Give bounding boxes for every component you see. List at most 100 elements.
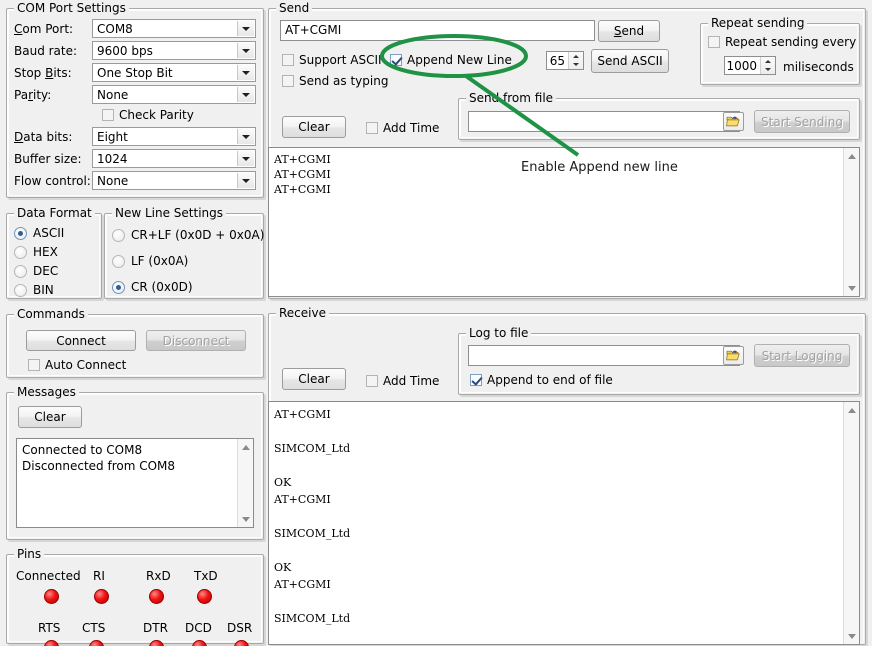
auto-connect-checkbox[interactable]: Auto Connect	[28, 358, 126, 372]
messages-clear-button[interactable]: Clear	[18, 406, 82, 428]
send-log-scrollbar[interactable]	[843, 148, 859, 296]
spinner-up-icon[interactable]	[569, 52, 583, 61]
support-ascii-checkbox[interactable]: Support ASCII	[282, 53, 382, 67]
flow-control-value: None	[97, 174, 128, 188]
support-ascii-label: Support ASCII	[299, 53, 382, 67]
radio-dot	[112, 229, 125, 242]
send-file-path-input[interactable]	[468, 111, 740, 132]
radio-newline-crlf[interactable]: CR+LF (0x0D + 0x0A)	[112, 228, 264, 242]
scroll-up-icon[interactable]	[844, 148, 859, 164]
disconnect-button[interactable]: Disconnect	[146, 330, 246, 351]
spinner-down-icon[interactable]	[761, 66, 775, 75]
scroll-up-icon[interactable]	[844, 402, 859, 418]
open-folder-icon[interactable]	[723, 112, 744, 131]
pin-label-dcd: DCD	[185, 621, 212, 635]
repeat-sending-title: Repeat sending	[708, 17, 807, 30]
open-folder-icon[interactable]	[723, 346, 744, 365]
chevron-down-icon[interactable]	[237, 21, 254, 36]
connect-button[interactable]: Connect	[26, 330, 136, 351]
append-to-end-checkbox[interactable]: Append to end of file	[470, 373, 613, 387]
chevron-down-icon[interactable]	[237, 129, 254, 144]
send-as-typing-label: Send as typing	[299, 74, 388, 88]
parity-value: None	[97, 88, 128, 102]
messages-scrollbar[interactable]	[237, 439, 253, 527]
chevron-down-icon[interactable]	[237, 43, 254, 58]
send-ascii-button[interactable]: Send ASCII	[591, 49, 669, 73]
receive-log-text: AT+CGMI SIMCOM_Ltd OK AT+CGMI SIMCOM_Ltd…	[274, 406, 839, 645]
radio-label: ASCII	[33, 226, 64, 240]
radio-label: HEX	[33, 245, 58, 259]
stop-bits-label: Stop Bits:	[14, 66, 72, 80]
pin-label-rxd: RxD	[146, 569, 171, 583]
auto-connect-label: Auto Connect	[45, 358, 126, 372]
scroll-down-icon[interactable]	[844, 280, 859, 296]
new-line-settings-title: New Line Settings	[112, 207, 226, 220]
receive-title: Receive	[276, 307, 329, 320]
pin-label-txd: TxD	[194, 569, 218, 583]
send-button[interactable]: Send	[598, 20, 660, 42]
parity-select[interactable]: None	[92, 85, 256, 104]
chevron-down-icon[interactable]	[237, 87, 254, 102]
radio-newline-cr[interactable]: CR (0x0D)	[112, 280, 193, 294]
receive-add-time-checkbox[interactable]: Add Time	[366, 374, 439, 388]
scroll-up-icon[interactable]	[238, 439, 253, 455]
data-bits-label: Data bits:	[14, 130, 72, 144]
chevron-down-icon[interactable]	[237, 173, 254, 188]
repeat-interval-value: 1000	[725, 57, 760, 74]
spinner-buttons[interactable]	[568, 52, 583, 69]
baud-rate-value: 9600 bps	[97, 44, 153, 58]
radio-label: LF (0x0A)	[131, 254, 188, 268]
open-folder-glyph	[726, 349, 741, 362]
repeat-sending-label: Repeat sending every	[725, 35, 856, 49]
chevron-down-icon[interactable]	[237, 151, 254, 166]
spinner-buttons[interactable]	[760, 57, 775, 74]
repeat-interval-spinner[interactable]: 1000	[724, 56, 776, 75]
repeat-sending-checkbox[interactable]: Repeat sending every	[708, 35, 856, 49]
radio-dot	[14, 284, 27, 297]
start-sending-button[interactable]: Start Sending	[754, 110, 850, 133]
radio-newline-lf[interactable]: LF (0x0A)	[112, 254, 188, 268]
radio-dot	[112, 255, 125, 268]
pin-label-rts: RTS	[38, 621, 60, 635]
radio-data-format-hex[interactable]: HEX	[14, 245, 58, 259]
check-parity-checkbox[interactable]: Check Parity	[102, 108, 194, 122]
spinner-down-icon[interactable]	[569, 61, 583, 70]
baud-rate-select[interactable]: 9600 bps	[92, 41, 256, 60]
led-connected	[44, 589, 59, 604]
radio-data-format-dec[interactable]: DEC	[14, 264, 58, 278]
append-new-line-checkbox[interactable]: Append New Line	[390, 53, 512, 67]
com-port-select[interactable]: COM8	[92, 19, 256, 38]
receive-clear-button[interactable]: Clear	[282, 368, 346, 390]
data-bits-select[interactable]: Eight	[92, 127, 256, 146]
radio-dot	[14, 227, 27, 240]
receive-log[interactable]: AT+CGMI SIMCOM_Ltd OK AT+CGMI SIMCOM_Ltd…	[268, 401, 860, 645]
receive-log-scrollbar[interactable]	[843, 402, 859, 644]
radio-data-format-ascii[interactable]: ASCII	[14, 226, 64, 240]
send-group: Send AT+CGMI Send Support ASCII Append N…	[268, 2, 866, 299]
send-as-typing-checkbox[interactable]: Send as typing	[282, 74, 388, 88]
scroll-down-icon[interactable]	[238, 511, 253, 527]
com-port-value: COM8	[97, 22, 133, 36]
append-to-end-label: Append to end of file	[487, 373, 613, 387]
led-txd	[197, 589, 212, 604]
send-clear-button[interactable]: Clear	[282, 116, 346, 138]
buffer-size-label: Buffer size:	[14, 152, 82, 166]
stop-bits-select[interactable]: One Stop Bit	[92, 63, 256, 82]
check-parity-label: Check Parity	[119, 108, 194, 122]
radio-dot	[112, 281, 125, 294]
log-to-file-group: Log to file Start Logging Append to end …	[458, 327, 860, 395]
scroll-down-icon[interactable]	[844, 628, 859, 644]
ascii-code-spinner[interactable]: 65	[546, 51, 584, 70]
start-logging-button[interactable]: Start Logging	[754, 344, 850, 367]
checkbox-box	[282, 54, 294, 66]
send-add-time-checkbox[interactable]: Add Time	[366, 121, 439, 135]
radio-data-format-bin[interactable]: BIN	[14, 283, 54, 297]
chevron-down-icon[interactable]	[237, 65, 254, 80]
spinner-up-icon[interactable]	[761, 57, 775, 66]
send-command-input[interactable]: AT+CGMI	[280, 20, 595, 41]
buffer-size-select[interactable]: 1024	[92, 149, 256, 168]
led-ri	[94, 589, 109, 604]
log-file-path-input[interactable]	[468, 345, 740, 366]
messages-log[interactable]: Connected to COM8 Disconnected from COM8	[16, 438, 254, 528]
flow-control-select[interactable]: None	[92, 171, 256, 190]
